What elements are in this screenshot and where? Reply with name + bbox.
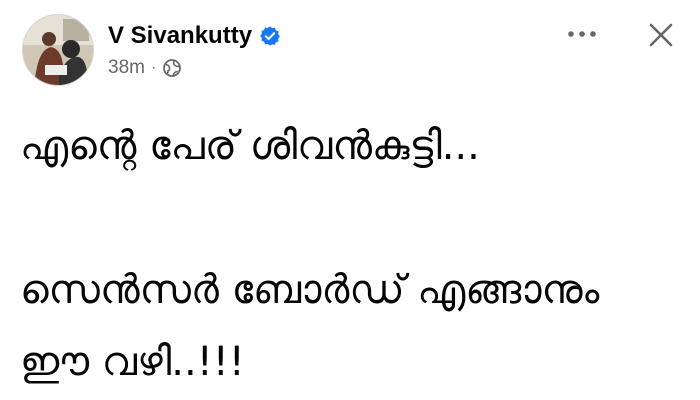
profile-photo [23,15,93,85]
post-text-line: എന്റെ പേര് ശിവൻകുട്ടി... [20,123,480,169]
post-meta: 38m · [108,56,182,80]
more-options-button[interactable] [560,18,604,50]
post-text-line-blank [20,182,680,254]
globe-icon[interactable] [162,58,182,78]
author-name[interactable]: V Sivankutty [108,22,252,50]
more-horizontal-icon [568,31,596,37]
post-time[interactable]: 38m [108,57,145,79]
close-button[interactable] [640,14,682,56]
post-text: എന്റെ പേര് ശിവൻകുട്ടി... സെൻസർ ബോർഡ് എങ്… [20,110,680,398]
close-icon [649,23,673,47]
author-row: V Sivankutty [108,20,281,52]
post-text-line: സെൻസർ ബോർഡ് എങ്ങാനും [20,267,600,313]
post-text-line: ഈ വഴി..!!! [20,339,245,385]
avatar[interactable] [22,14,94,86]
meta-separator: · [150,59,157,76]
post-header: V Sivankutty 38m · [0,0,700,100]
verified-badge-icon [259,25,281,47]
